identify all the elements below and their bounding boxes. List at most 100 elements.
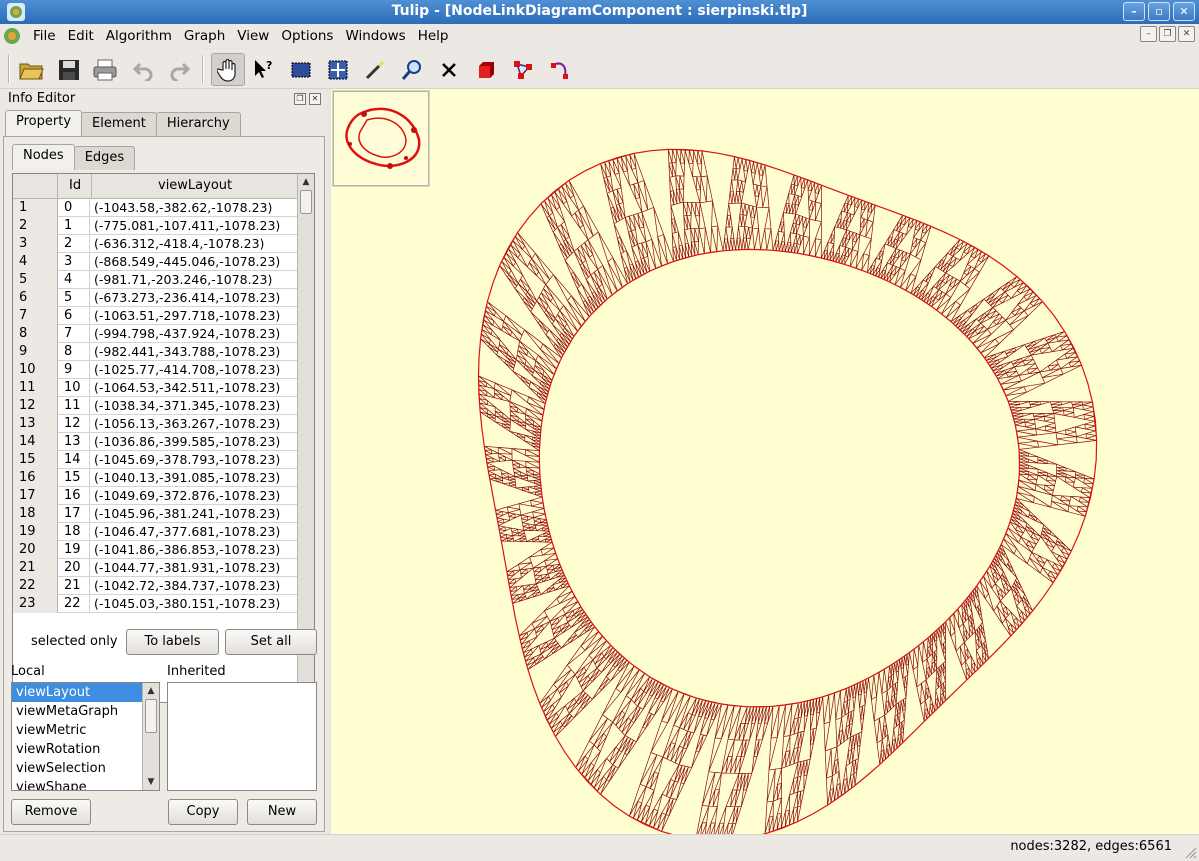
layout-value-cell[interactable]: (-673.273,-236.414,-1078.23) bbox=[91, 289, 280, 307]
to-labels-button[interactable]: To labels bbox=[126, 629, 219, 655]
layout-value-cell[interactable]: (-1064.53,-342.511,-1078.23) bbox=[91, 379, 280, 397]
scroll-thumb[interactable] bbox=[300, 190, 312, 214]
table-row[interactable]: 3 2 (-636.312,-418.4,-1078.23) bbox=[13, 235, 298, 253]
table-row[interactable]: 5 4 (-981.71,-203.246,-1078.23) bbox=[13, 271, 298, 289]
menu-algorithm[interactable]: Algorithm bbox=[100, 28, 178, 44]
layout-value-cell[interactable]: (-1044.77,-381.931,-1078.23) bbox=[91, 559, 280, 577]
menu-graph[interactable]: Graph bbox=[178, 28, 231, 44]
layout-value-cell[interactable]: (-981.71,-203.246,-1078.23) bbox=[91, 271, 272, 289]
mdi-restore-button[interactable]: ❐ bbox=[1159, 26, 1176, 42]
menu-view[interactable]: View bbox=[231, 28, 275, 44]
mdi-minimize-button[interactable]: – bbox=[1140, 26, 1157, 42]
what-is-this-icon[interactable]: ? bbox=[247, 53, 281, 86]
layout-value-cell[interactable]: (-1049.69,-372.876,-1078.23) bbox=[91, 487, 280, 505]
subtab-edges[interactable]: Edges bbox=[73, 146, 136, 170]
edit-edge-bend-icon[interactable] bbox=[543, 53, 577, 86]
local-property-item[interactable]: viewRotation bbox=[12, 740, 159, 759]
table-row[interactable]: 11 10 (-1064.53,-342.511,-1078.23) bbox=[13, 379, 298, 397]
tab-element[interactable]: Element bbox=[81, 112, 157, 136]
table-row[interactable]: 9 8 (-982.441,-343.788,-1078.23) bbox=[13, 343, 298, 361]
local-property-item[interactable]: viewMetaGraph bbox=[12, 702, 159, 721]
maximize-button[interactable]: ▫ bbox=[1148, 2, 1170, 21]
minimize-button[interactable]: – bbox=[1123, 2, 1145, 21]
layout-value-cell[interactable]: (-1045.69,-378.793,-1078.23) bbox=[91, 451, 280, 469]
table-row[interactable]: 6 5 (-673.273,-236.414,-1078.23) bbox=[13, 289, 298, 307]
layout-value-cell[interactable]: (-636.312,-418.4,-1078.23) bbox=[91, 235, 264, 253]
table-row[interactable]: 12 11 (-1038.34,-371.345,-1078.23) bbox=[13, 397, 298, 415]
add-node-icon[interactable] bbox=[469, 53, 503, 86]
print-icon[interactable] bbox=[88, 53, 122, 86]
close-button[interactable]: ✕ bbox=[1173, 2, 1195, 21]
table-row[interactable]: 4 3 (-868.549,-445.046,-1078.23) bbox=[13, 253, 298, 271]
redo-icon[interactable] bbox=[163, 53, 197, 86]
menu-edit[interactable]: Edit bbox=[62, 28, 100, 44]
menu-help[interactable]: Help bbox=[412, 28, 455, 44]
copy-button[interactable]: Copy bbox=[168, 799, 238, 825]
rectangle-select-icon[interactable] bbox=[284, 53, 318, 86]
graph-canvas[interactable] bbox=[331, 89, 1199, 834]
local-property-item[interactable]: viewShape bbox=[12, 778, 159, 790]
layout-value-cell[interactable]: (-994.798,-437.924,-1078.23) bbox=[91, 325, 280, 343]
table-row[interactable]: 2 1 (-775.081,-107.411,-1078.23) bbox=[13, 217, 298, 235]
layout-value-cell[interactable]: (-1056.13,-363.267,-1078.23) bbox=[91, 415, 280, 433]
zoom-box-icon[interactable] bbox=[321, 53, 355, 86]
subtab-nodes[interactable]: Nodes bbox=[12, 144, 75, 170]
table-row[interactable]: 13 12 (-1056.13,-363.267,-1078.23) bbox=[13, 415, 298, 433]
table-row[interactable]: 22 21 (-1042.72,-384.737,-1078.23) bbox=[13, 577, 298, 595]
table-row[interactable]: 14 13 (-1036.86,-399.585,-1078.23) bbox=[13, 433, 298, 451]
remove-button[interactable]: Remove bbox=[11, 799, 91, 825]
local-property-item[interactable]: viewMetric bbox=[12, 721, 159, 740]
table-row[interactable]: 8 7 (-994.798,-437.924,-1078.23) bbox=[13, 325, 298, 343]
menu-windows[interactable]: Windows bbox=[339, 28, 411, 44]
pan-hand-icon[interactable] bbox=[211, 53, 245, 86]
column-header-id[interactable]: Id bbox=[69, 178, 81, 193]
column-header-viewlayout[interactable]: viewLayout bbox=[158, 178, 232, 193]
table-row[interactable]: 17 16 (-1049.69,-372.876,-1078.23) bbox=[13, 487, 298, 505]
table-row[interactable]: 7 6 (-1063.51,-297.718,-1078.23) bbox=[13, 307, 298, 325]
local-property-item[interactable]: viewLayout bbox=[12, 683, 159, 702]
layout-value-cell[interactable]: (-1038.34,-371.345,-1078.23) bbox=[91, 397, 280, 415]
menu-file[interactable]: File bbox=[27, 28, 62, 44]
table-row[interactable]: 10 9 (-1025.77,-414.708,-1078.23) bbox=[13, 361, 298, 379]
new-button[interactable]: New bbox=[247, 799, 317, 825]
layout-value-cell[interactable]: (-1041.86,-386.853,-1078.23) bbox=[91, 541, 280, 559]
scroll-down-icon[interactable]: ▼ bbox=[145, 776, 157, 788]
menu-options[interactable]: Options bbox=[275, 28, 339, 44]
table-row[interactable]: 15 14 (-1045.69,-378.793,-1078.23) bbox=[13, 451, 298, 469]
layout-value-cell[interactable]: (-1040.13,-391.085,-1078.23) bbox=[91, 469, 280, 487]
local-list-scrollbar[interactable]: ▲ ▼ bbox=[142, 683, 159, 790]
panel-close-button[interactable]: ✕ bbox=[309, 93, 321, 105]
open-folder-icon[interactable] bbox=[14, 53, 48, 86]
undo-icon[interactable] bbox=[126, 53, 160, 86]
layout-value-cell[interactable]: (-775.081,-107.411,-1078.23) bbox=[91, 217, 280, 235]
layout-value-cell[interactable]: (-1046.47,-377.681,-1078.23) bbox=[91, 523, 280, 541]
layout-value-cell[interactable]: (-1043.58,-382.62,-1078.23) bbox=[91, 199, 272, 217]
mdi-close-button[interactable]: ✕ bbox=[1178, 26, 1195, 42]
layout-value-cell[interactable]: (-1036.86,-399.585,-1078.23) bbox=[91, 433, 280, 451]
tab-property[interactable]: Property bbox=[5, 110, 83, 136]
table-row[interactable]: 23 22 (-1045.03,-380.151,-1078.23) bbox=[13, 595, 298, 613]
magnify-icon[interactable] bbox=[395, 53, 429, 86]
magic-wand-icon[interactable] bbox=[358, 53, 392, 86]
layout-value-cell[interactable]: (-1042.72,-384.737,-1078.23) bbox=[91, 577, 280, 595]
layout-value-cell[interactable]: (-1063.51,-297.718,-1078.23) bbox=[91, 307, 280, 325]
add-edge-icon[interactable] bbox=[506, 53, 540, 86]
layout-value-cell[interactable]: (-868.549,-445.046,-1078.23) bbox=[91, 253, 280, 271]
layout-value-cell[interactable]: (-982.441,-343.788,-1078.23) bbox=[91, 343, 280, 361]
resize-grip-icon[interactable] bbox=[1183, 845, 1197, 859]
table-row[interactable]: 1 0 (-1043.58,-382.62,-1078.23) bbox=[13, 199, 298, 217]
layout-value-cell[interactable]: (-1045.03,-380.151,-1078.23) bbox=[91, 595, 280, 613]
panel-float-button[interactable]: ❐ bbox=[294, 93, 306, 105]
local-property-item[interactable]: viewSelection bbox=[12, 759, 159, 778]
layout-value-cell[interactable]: (-1045.96,-381.241,-1078.23) bbox=[91, 505, 280, 523]
table-row[interactable]: 19 18 (-1046.47,-377.681,-1078.23) bbox=[13, 523, 298, 541]
save-icon[interactable] bbox=[52, 53, 86, 86]
document-icon[interactable] bbox=[3, 27, 21, 45]
layout-value-cell[interactable]: (-1025.77,-414.708,-1078.23) bbox=[91, 361, 280, 379]
table-row[interactable]: 16 15 (-1040.13,-391.085,-1078.23) bbox=[13, 469, 298, 487]
table-row[interactable]: 18 17 (-1045.96,-381.241,-1078.23) bbox=[13, 505, 298, 523]
table-row[interactable]: 20 19 (-1041.86,-386.853,-1078.23) bbox=[13, 541, 298, 559]
scroll-thumb[interactable] bbox=[145, 699, 157, 733]
table-row[interactable]: 21 20 (-1044.77,-381.931,-1078.23) bbox=[13, 559, 298, 577]
scroll-up-icon[interactable]: ▲ bbox=[145, 685, 157, 697]
